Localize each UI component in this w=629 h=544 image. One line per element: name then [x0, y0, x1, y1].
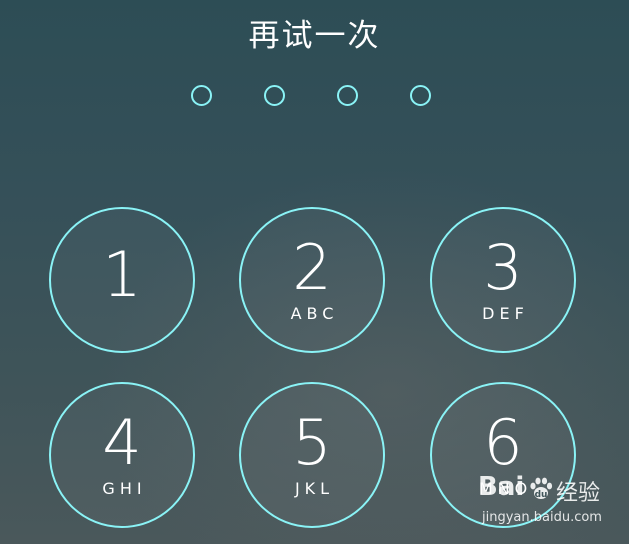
- key-5[interactable]: 5 JKL: [239, 382, 385, 528]
- key-digit: 1: [102, 238, 142, 311]
- key-digit: 3: [483, 231, 523, 304]
- key-letters: ABC: [290, 304, 339, 323]
- key-4[interactable]: 4 GHI: [49, 382, 195, 528]
- key-letters: JKL: [294, 479, 335, 498]
- key-letters: GHI: [102, 479, 147, 498]
- key-letters: MNO: [478, 479, 533, 498]
- key-letters: DEF: [482, 304, 529, 323]
- passcode-dots: [191, 85, 437, 111]
- passcode-dot-2: [264, 85, 285, 106]
- passcode-dot-4: [410, 85, 431, 106]
- key-digit: 4: [102, 406, 142, 479]
- key-digit: 5: [292, 406, 332, 479]
- page-title: 再试一次: [248, 18, 381, 54]
- key-1[interactable]: 1: [49, 207, 195, 353]
- key-digit: 2: [292, 231, 332, 304]
- key-2[interactable]: 2 ABC: [239, 207, 385, 353]
- key-6[interactable]: 6 MNO: [430, 382, 576, 528]
- passcode-dot-3: [337, 85, 358, 106]
- key-3[interactable]: 3 DEF: [430, 207, 576, 353]
- passcode-dot-1: [191, 85, 212, 106]
- key-digit: 6: [483, 406, 523, 479]
